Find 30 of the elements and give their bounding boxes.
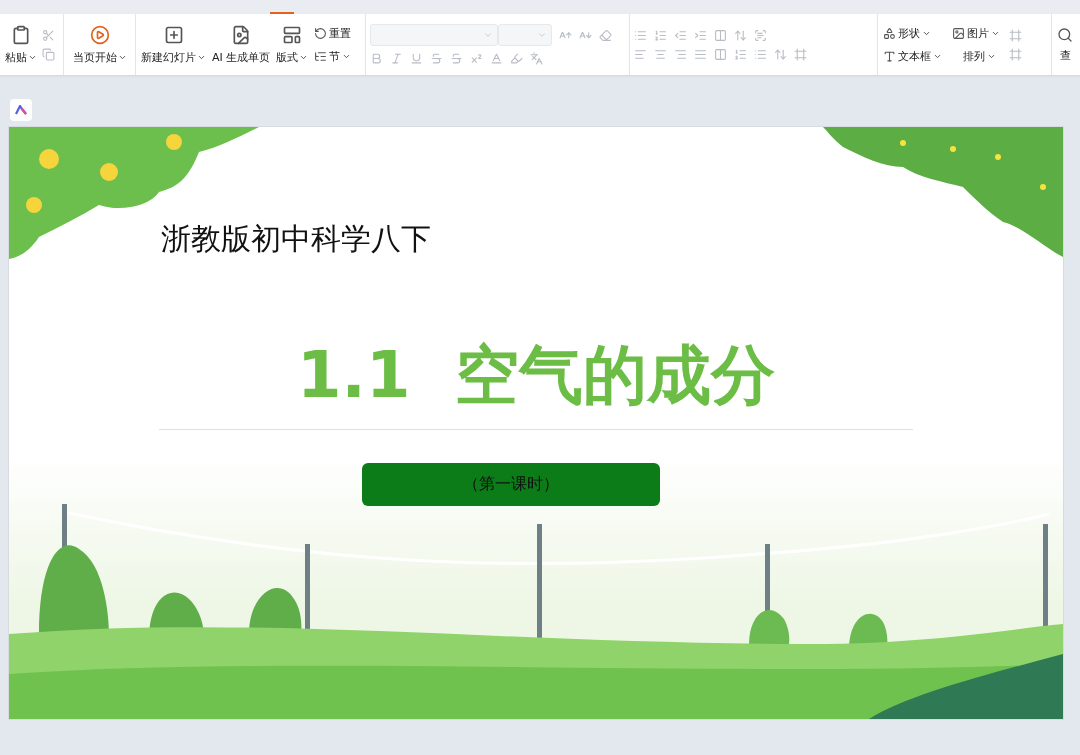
active-tab-indicator — [270, 12, 294, 14]
ribbon-button[interactable]: 排列 — [951, 47, 1001, 65]
slide-icon — [163, 24, 184, 45]
slide-title: 1.1 空气的成分 — [296, 337, 776, 414]
paste-button[interactable]: 粘贴 — [4, 22, 38, 67]
search-icon — [1057, 26, 1073, 43]
tool-icon — [883, 49, 896, 63]
ribbon-button[interactable]: 重置 — [313, 24, 353, 42]
find-button[interactable]: 查 — [1056, 24, 1074, 65]
ribbon-button[interactable]: 新建幻灯片 — [140, 22, 207, 67]
lesson-button[interactable]: （第一课时） — [362, 463, 660, 506]
play-icon — [89, 24, 110, 45]
caret-icon — [483, 30, 493, 40]
ribbon-button[interactable]: AI 生成单页 — [211, 22, 272, 67]
tool-icon — [314, 49, 328, 63]
ribbon-button[interactable]: 版式 — [275, 22, 310, 67]
slide-icon — [282, 24, 303, 45]
tool-icon — [883, 26, 896, 40]
ribbon-button[interactable]: 节 — [313, 47, 353, 65]
tool-icon — [314, 26, 328, 40]
play-button[interactable]: 当页开始 — [71, 22, 128, 67]
clipboard-icon — [11, 24, 31, 45]
app-logo-icon[interactable] — [10, 99, 32, 121]
slide-subtitle: 浙教版初中科学八下 — [161, 220, 432, 258]
ribbon-button[interactable]: 图片 — [951, 24, 1001, 42]
tool-icon — [952, 26, 965, 40]
ribbon-button[interactable]: 文本框 — [882, 47, 943, 65]
ribbon-button[interactable]: 形状 — [882, 24, 943, 42]
slide-icon — [231, 24, 252, 45]
caret-icon — [537, 30, 547, 40]
